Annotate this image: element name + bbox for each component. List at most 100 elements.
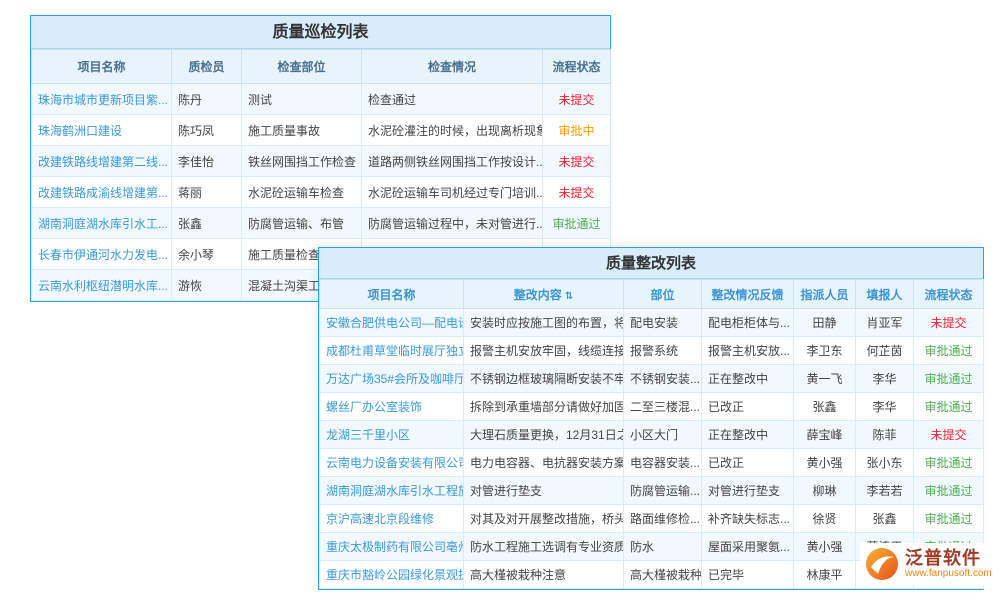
assignee-cell: 黄小强 <box>794 449 856 477</box>
reporter-cell: 李若若 <box>856 477 914 505</box>
part-cell: 防腐管运输、布管 <box>242 208 362 239</box>
part-cell: 二至三楼混... <box>624 393 702 421</box>
project-link[interactable]: 珠海鹤洲口建设 <box>32 115 172 146</box>
table-row[interactable]: 京沪高速北京段维修对其及对开展整改措施，桥头...路面维修检...补齐缺失标志.… <box>320 505 984 533</box>
inspector-cell: 陈巧凤 <box>172 115 242 146</box>
content-cell: 报警主机安放牢固，线缆连接... <box>464 337 624 365</box>
inspector-cell: 李佳怡 <box>172 146 242 177</box>
column-header-6: 填报人 <box>856 280 914 309</box>
table-row[interactable]: 万达广场35#会所及咖啡厅空...不锈钢边框玻璃隔断安装不牢...不锈钢安装..… <box>320 365 984 393</box>
table-row[interactable]: 改建铁路线增建第二线...李佳怡铁丝网围挡工作检查道路两侧铁丝网围挡工作按设计.… <box>32 146 611 177</box>
project-link[interactable]: 长春市伊通河水力发电... <box>32 239 172 270</box>
part-cell: 高大槿被栽种 <box>624 561 702 589</box>
project-link[interactable]: 云南水利枢纽潜明水库... <box>32 270 172 301</box>
status-badge: 未提交 <box>543 177 611 208</box>
table-row[interactable]: 龙湖三千里小区大理石质量更换，12月31日之...小区大门正在整改中薛宝峰陈菲未… <box>320 421 984 449</box>
status-badge: 审批通过 <box>914 505 984 533</box>
status-badge: 审批通过 <box>543 208 611 239</box>
feedback-cell: 已改正 <box>702 449 794 477</box>
feedback-cell: 配电柜柜体与... <box>702 309 794 337</box>
table-row[interactable]: 云南电力设备安装有限公司20...电力电容器、电抗器安装方案,...电容器安装.… <box>320 449 984 477</box>
fanpu-logo: 泛普软件 www.fanpusoft.com <box>860 543 998 585</box>
reporter-cell: 陈菲 <box>856 421 914 449</box>
feedback-cell: 屋面采用聚氨... <box>702 533 794 561</box>
situation-cell: 道路两侧铁丝网围挡工作按设计... <box>362 146 543 177</box>
column-header-7: 流程状态 <box>914 280 984 309</box>
column-header-2: 质检员 <box>172 50 242 84</box>
page: { "status_colors": { "未提交": "#f5222d", "… <box>0 0 1000 600</box>
assignee-cell: 黄一飞 <box>794 365 856 393</box>
assignee-cell: 徐贤 <box>794 505 856 533</box>
table-row[interactable]: 湖南洞庭湖水库引水工程施工队对管进行垫支防腐管运输...对管进行垫支柳琳李若若审… <box>320 477 984 505</box>
column-header-4: 检查情况 <box>362 50 543 84</box>
table-row[interactable]: 改建铁路成渝线增建第...蒋丽水泥砼运输车检查水泥砼运输车司机经过专门培训...… <box>32 177 611 208</box>
project-link[interactable]: 龙湖三千里小区 <box>320 421 464 449</box>
status-badge: 未提交 <box>914 421 984 449</box>
project-link[interactable]: 成都杜甫草堂临时展厅独立展... <box>320 337 464 365</box>
column-header-1: 项目名称 <box>32 50 172 84</box>
content-cell: 不锈钢边框玻璃隔断安装不牢... <box>464 365 624 393</box>
part-cell: 防水 <box>624 533 702 561</box>
project-link[interactable]: 重庆市豁岭公园绿化景观提升... <box>320 561 464 589</box>
project-link[interactable]: 万达广场35#会所及咖啡厅空... <box>320 365 464 393</box>
rectify-list-panel: 质量整改列表 项目名称整改内容⇅部位整改情况反馈指派人员填报人流程状态安徽合肥供… <box>318 247 984 590</box>
column-header-4: 整改情况反馈 <box>702 280 794 309</box>
table-row[interactable]: 安徽合肥供电公司—配电设备...安装时应按施工图的布置，将...配电安装配电柜柜… <box>320 309 984 337</box>
content-cell: 安装时应按施工图的布置，将... <box>464 309 624 337</box>
part-cell: 测试 <box>242 84 362 115</box>
logo-name: 泛普软件 <box>905 548 992 568</box>
assignee-cell: 柳琳 <box>794 477 856 505</box>
column-header-3: 部位 <box>624 280 702 309</box>
part-cell: 不锈钢安装... <box>624 365 702 393</box>
content-cell: 防水工程施工选调有专业资质... <box>464 533 624 561</box>
project-link[interactable]: 云南电力设备安装有限公司20... <box>320 449 464 477</box>
feedback-cell: 正在整改中 <box>702 365 794 393</box>
content-cell: 电力电容器、电抗器安装方案,... <box>464 449 624 477</box>
assignee-cell: 田静 <box>794 309 856 337</box>
part-cell: 配电安装 <box>624 309 702 337</box>
project-link[interactable]: 湖南洞庭湖水库引水工程施工队 <box>320 477 464 505</box>
part-cell: 报警系统 <box>624 337 702 365</box>
table-row[interactable]: 珠海鹤洲口建设陈巧凤施工质量事故水泥砼灌注的时候，出现离析现象审批中 <box>32 115 611 146</box>
feedback-cell: 报警主机安放... <box>702 337 794 365</box>
column-header-2[interactable]: 整改内容⇅ <box>464 280 624 309</box>
inspector-cell: 游恢 <box>172 270 242 301</box>
part-cell: 小区大门 <box>624 421 702 449</box>
feedback-cell: 补齐缺失标志... <box>702 505 794 533</box>
sort-icon[interactable]: ⇅ <box>565 291 573 302</box>
part-cell: 施工质量事故 <box>242 115 362 146</box>
status-badge: 未提交 <box>914 309 984 337</box>
column-header-5: 指派人员 <box>794 280 856 309</box>
column-header-3: 检查部位 <box>242 50 362 84</box>
feedback-cell: 对管进行垫支 <box>702 477 794 505</box>
status-badge: 审批通过 <box>914 449 984 477</box>
project-link[interactable]: 安徽合肥供电公司—配电设备... <box>320 309 464 337</box>
project-link[interactable]: 螺丝厂办公室装饰 <box>320 393 464 421</box>
reporter-cell: 张小东 <box>856 449 914 477</box>
column-header-1: 项目名称 <box>320 280 464 309</box>
inspector-cell: 余小琴 <box>172 239 242 270</box>
project-link[interactable]: 珠海市城市更新项目紫... <box>32 84 172 115</box>
project-link[interactable]: 京沪高速北京段维修 <box>320 505 464 533</box>
project-link[interactable]: 重庆太极制药有限公司亳州中... <box>320 533 464 561</box>
content-cell: 对管进行垫支 <box>464 477 624 505</box>
assignee-cell: 林康平 <box>794 561 856 589</box>
situation-cell: 检查通过 <box>362 84 543 115</box>
table-row[interactable]: 珠海市城市更新项目紫...陈丹测试检查通过未提交 <box>32 84 611 115</box>
table-row[interactable]: 螺丝厂办公室装饰拆除到承重墙部分请做好加固...二至三楼混...已改正张鑫李华审… <box>320 393 984 421</box>
project-link[interactable]: 改建铁路成渝线增建第... <box>32 177 172 208</box>
situation-cell: 水泥砼灌注的时候，出现离析现象 <box>362 115 543 146</box>
table-row[interactable]: 成都杜甫草堂临时展厅独立展...报警主机安放牢固，线缆连接...报警系统报警主机… <box>320 337 984 365</box>
inspector-cell: 蒋丽 <box>172 177 242 208</box>
header-row: 项目名称质检员检查部位检查情况流程状态 <box>32 50 611 84</box>
table-row[interactable]: 湖南洞庭湖水库引水工...张鑫防腐管运输、布管防腐管运输过程中，未对管进行...… <box>32 208 611 239</box>
feedback-cell: 已改正 <box>702 393 794 421</box>
status-badge: 审批通过 <box>914 393 984 421</box>
status-badge: 未提交 <box>543 146 611 177</box>
inspector-cell: 陈丹 <box>172 84 242 115</box>
feedback-cell: 正在整改中 <box>702 421 794 449</box>
status-badge: 审批通过 <box>914 477 984 505</box>
project-link[interactable]: 湖南洞庭湖水库引水工... <box>32 208 172 239</box>
project-link[interactable]: 改建铁路线增建第二线... <box>32 146 172 177</box>
logo-url[interactable]: www.fanpusoft.com <box>905 568 992 580</box>
